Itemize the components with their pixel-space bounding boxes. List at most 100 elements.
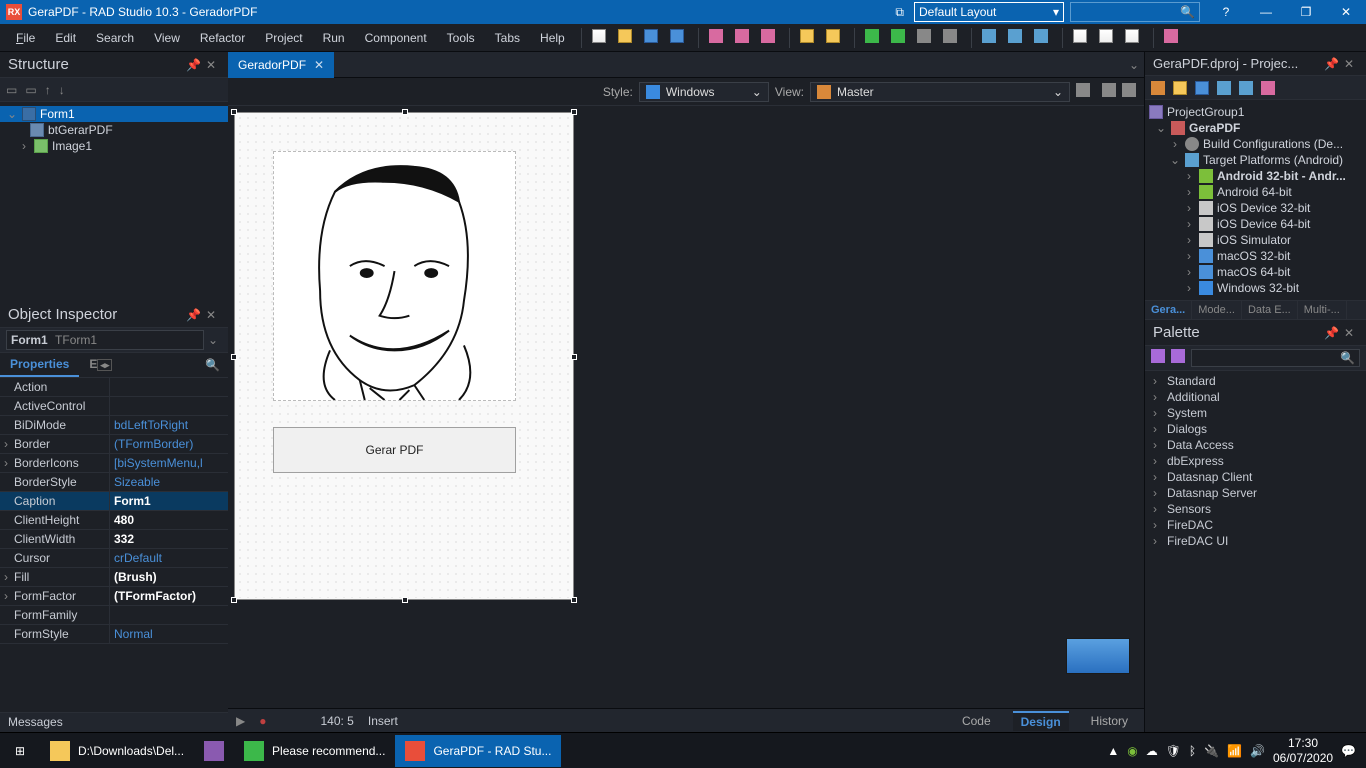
- toolbar-pause-icon[interactable]: [917, 29, 935, 47]
- device-preview-thumb[interactable]: [1066, 638, 1130, 674]
- platform-node[interactable]: ›iOS Simulator: [1145, 232, 1366, 248]
- tray-nvidia-icon[interactable]: ◉: [1127, 744, 1137, 758]
- twisty-icon[interactable]: ›: [1153, 502, 1163, 516]
- structure-tb-icon[interactable]: ▭: [6, 83, 17, 97]
- build-config-node[interactable]: ›Build Configurations (De...: [1145, 136, 1366, 152]
- prop-value[interactable]: 332: [110, 530, 228, 548]
- toolbar-stepinto-icon[interactable]: [1008, 29, 1026, 47]
- tray-volume-icon[interactable]: 🔊: [1250, 744, 1265, 758]
- platform-node[interactable]: ›macOS 64-bit: [1145, 264, 1366, 280]
- toolbar-open-icon[interactable]: [618, 29, 636, 47]
- style-combo[interactable]: Windows ⌄: [639, 82, 769, 102]
- palette-category[interactable]: ›Datasnap Server: [1145, 485, 1366, 501]
- toolbar-doc2-icon[interactable]: [1099, 29, 1117, 47]
- chevron-down-icon[interactable]: ⌄: [204, 333, 222, 347]
- palette-category[interactable]: ›dbExpress: [1145, 453, 1366, 469]
- structure-down-icon[interactable]: ↓: [59, 83, 65, 97]
- prop-row-clientwidth[interactable]: ClientWidth332: [0, 530, 228, 549]
- palette-search-input[interactable]: 🔍: [1191, 349, 1360, 367]
- tray-icon[interactable]: ▲: [1107, 744, 1119, 758]
- minimize-button[interactable]: —: [1246, 0, 1286, 24]
- palette-filter-icon[interactable]: [1151, 349, 1165, 363]
- sbtab-code[interactable]: Code: [954, 712, 999, 730]
- prop-row-border[interactable]: Border(TFormBorder): [0, 435, 228, 454]
- twisty-icon[interactable]: ›: [1183, 249, 1195, 263]
- palette-category[interactable]: ›Additional: [1145, 389, 1366, 405]
- close-icon[interactable]: ✕: [1344, 326, 1358, 340]
- proj-tb-icon[interactable]: [1261, 81, 1275, 95]
- prop-value[interactable]: Form1: [110, 492, 228, 510]
- start-button[interactable]: ⊞: [0, 744, 40, 758]
- proj-tb-icon[interactable]: [1195, 81, 1209, 95]
- twisty-icon[interactable]: ›: [1169, 137, 1181, 151]
- proj-tb-icon[interactable]: [1217, 81, 1231, 95]
- close-icon[interactable]: ✕: [206, 308, 220, 322]
- notifications-icon[interactable]: 💬: [1341, 744, 1356, 758]
- tray-onedrive-icon[interactable]: ☁: [1146, 744, 1158, 758]
- image1-control[interactable]: [273, 151, 516, 401]
- structure-node-form1[interactable]: ⌄ Form1: [0, 106, 228, 122]
- tab-overflow-icon[interactable]: ⌄: [1124, 58, 1144, 72]
- toolbar-addfile-icon[interactable]: [800, 29, 818, 47]
- twisty-icon[interactable]: ›: [1153, 406, 1163, 420]
- twisty-icon[interactable]: ›: [1183, 281, 1195, 295]
- prop-row-caption[interactable]: CaptionForm1: [0, 492, 228, 511]
- menu-search[interactable]: Search: [88, 29, 142, 47]
- toolbar-step-icon[interactable]: [982, 29, 1000, 47]
- prop-row-bidimode[interactable]: BiDiModebdLeftToRight: [0, 416, 228, 435]
- prop-row-activecontrol[interactable]: ActiveControl: [0, 397, 228, 416]
- desktop-speedsetting-icon[interactable]: ⧉: [895, 5, 904, 20]
- tray-bluetooth-icon[interactable]: ᛒ: [1189, 744, 1196, 758]
- prop-value[interactable]: [110, 606, 228, 624]
- twisty-icon[interactable]: ›: [1183, 169, 1195, 183]
- pin-icon[interactable]: 📌: [1324, 326, 1338, 340]
- toolbar-help-icon[interactable]: [1164, 29, 1182, 47]
- form-canvas[interactable]: Gerar PDF: [234, 112, 574, 600]
- sbtab-history[interactable]: History: [1083, 712, 1136, 730]
- menu-view[interactable]: View: [146, 29, 188, 47]
- prop-value[interactable]: (TFormFactor): [110, 587, 228, 605]
- palette-category[interactable]: ›System: [1145, 405, 1366, 421]
- btgerarpdf-control[interactable]: Gerar PDF: [273, 427, 516, 473]
- platform-node[interactable]: ›Android 64-bit: [1145, 184, 1366, 200]
- structure-tb-icon[interactable]: ▭: [25, 83, 36, 97]
- pin-icon[interactable]: 📌: [186, 308, 200, 322]
- view-combo[interactable]: Master ⌄: [810, 82, 1070, 102]
- project-tab[interactable]: Data E...: [1242, 301, 1298, 319]
- proj-tb-icon[interactable]: [1173, 81, 1187, 95]
- proj-tb-icon[interactable]: [1151, 81, 1165, 95]
- toolbar-stepout-icon[interactable]: [1034, 29, 1052, 47]
- prop-row-cursor[interactable]: CursorcrDefault: [0, 549, 228, 568]
- palette-category[interactable]: ›Dialogs: [1145, 421, 1366, 437]
- system-tray[interactable]: ▲ ◉ ☁ 🛡 ᛒ 🔌 📶 🔊 17:30 06/07/2020 💬: [1107, 736, 1366, 765]
- twisty-icon[interactable]: ›: [18, 139, 30, 153]
- twisty-icon[interactable]: ›: [1153, 438, 1163, 452]
- prop-row-clientheight[interactable]: ClientHeight480: [0, 511, 228, 530]
- menu-tabs[interactable]: Tabs: [487, 29, 528, 47]
- menu-component[interactable]: Component: [357, 29, 435, 47]
- tray-shield-icon[interactable]: 🛡: [1166, 744, 1181, 758]
- twisty-icon[interactable]: ›: [1153, 518, 1163, 532]
- pin-icon[interactable]: 📌: [1324, 57, 1338, 71]
- palette-category[interactable]: ›Data Access: [1145, 437, 1366, 453]
- taskbar-clock[interactable]: 17:30 06/07/2020: [1273, 736, 1333, 765]
- editor-tab-geradorpdf[interactable]: GeradorPDF ✕: [228, 52, 334, 78]
- twisty-icon[interactable]: ⌄: [6, 107, 18, 121]
- project-group-node[interactable]: ProjectGroup1: [1145, 104, 1366, 120]
- twisty-icon[interactable]: ›: [1183, 201, 1195, 215]
- target-platforms-node[interactable]: ⌄Target Platforms (Android): [1145, 152, 1366, 168]
- palette-filter-icon[interactable]: [1171, 349, 1185, 363]
- taskbar-item[interactable]: [194, 735, 234, 767]
- prop-value[interactable]: [biSystemMenu,l: [110, 454, 228, 472]
- prop-row-borderstyle[interactable]: BorderStyleSizeable: [0, 473, 228, 492]
- toolbar-saveall-icon[interactable]: [670, 29, 688, 47]
- platform-node[interactable]: ›Android 32-bit - Andr...: [1145, 168, 1366, 184]
- oi-tab-events[interactable]: E◂▸: [79, 353, 122, 377]
- close-button[interactable]: ✕: [1326, 0, 1366, 24]
- toolbar-new-icon[interactable]: [592, 29, 610, 47]
- structure-up-icon[interactable]: ↑: [45, 83, 51, 97]
- toolbar-form-icon[interactable]: [709, 29, 727, 47]
- taskbar-item[interactable]: D:\Downloads\Del...: [40, 735, 194, 767]
- structure-node-btgerarpdf[interactable]: btGerarPDF: [0, 122, 228, 138]
- toolbar-removefile-icon[interactable]: [826, 29, 844, 47]
